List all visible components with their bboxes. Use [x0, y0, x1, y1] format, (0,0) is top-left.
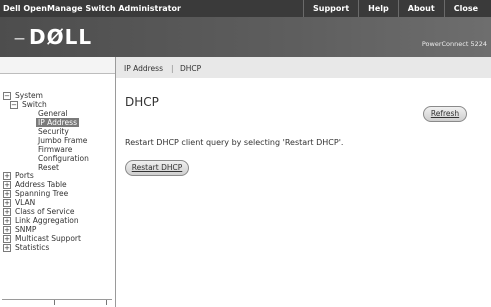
title-bar: Dell OpenManage Switch Administrator Sup…	[0, 0, 491, 17]
expand-icon[interactable]: +	[3, 172, 11, 180]
tree-item-label: Security	[38, 127, 69, 136]
instruction-text: Restart DHCP client query by selecting '…	[125, 138, 344, 147]
tree-item-label: Address Table	[15, 180, 67, 189]
expand-icon[interactable]: +	[3, 181, 11, 189]
tree-item-label: Configuration	[38, 154, 89, 163]
tree-item-reset[interactable]: Reset	[38, 163, 59, 173]
tree-item-label: VLAN	[15, 198, 36, 207]
page-title: DHCP	[125, 95, 159, 109]
expand-icon[interactable]: +	[3, 226, 11, 234]
scroll-marker	[106, 300, 107, 305]
tree-item-label: Statistics	[15, 243, 50, 252]
dell-logo: — DØLL	[14, 25, 92, 49]
tree-item-statistics[interactable]: + Statistics	[3, 243, 49, 253]
tree-item-label: System	[15, 91, 43, 100]
expand-icon[interactable]: +	[3, 235, 11, 243]
expand-icon[interactable]: +	[3, 208, 11, 216]
tree-item-label: IP Address	[36, 118, 79, 127]
brand-banner: — DØLL PowerConnect 5224	[0, 17, 491, 57]
help-link[interactable]: Help	[358, 0, 398, 17]
restart-dhcp-button[interactable]: Restart DHCP	[125, 160, 189, 176]
tree-item-label: Switch	[22, 100, 47, 109]
tree-item-label: Jumbo Frame	[38, 136, 88, 145]
refresh-button[interactable]: Refresh	[423, 106, 467, 122]
tree-item-label: General	[38, 109, 68, 118]
expand-icon[interactable]: +	[3, 217, 11, 225]
tree-item-label: Multicast Support	[15, 234, 81, 243]
main-content: DHCP Refresh Restart DHCP client query b…	[116, 78, 491, 307]
tree-item-label: Spanning Tree	[15, 189, 69, 198]
horizontal-scrollbar[interactable]	[2, 299, 112, 305]
about-link[interactable]: About	[397, 0, 444, 17]
breadcrumb: IP Address | DHCP	[116, 57, 491, 79]
close-link[interactable]: Close	[443, 0, 487, 17]
nav-tree-panel: − System − Switch General IP Address Sec…	[0, 57, 116, 307]
support-link[interactable]: Support	[302, 0, 358, 17]
tree-item-label: Ports	[15, 171, 34, 180]
model-name: PowerConnect 5224	[421, 40, 487, 48]
breadcrumb-separator: |	[171, 64, 174, 73]
collapse-icon[interactable]: −	[10, 101, 18, 109]
logo-text: DØLL	[29, 25, 93, 49]
collapse-icon[interactable]: −	[3, 92, 11, 100]
tree-item-label: Class of Service	[15, 207, 75, 216]
tree-item-label: Firmware	[38, 145, 73, 154]
nav-panel-header	[0, 57, 115, 74]
breadcrumb-dhcp[interactable]: DHCP	[180, 64, 201, 73]
tree-item-label: Reset	[38, 163, 59, 172]
expand-icon[interactable]: +	[3, 244, 11, 252]
top-links: Support Help About Close	[302, 0, 487, 17]
app-title: Dell OpenManage Switch Administrator	[3, 4, 181, 13]
expand-icon[interactable]: +	[3, 190, 11, 198]
tree-item-label: Link Aggregation	[15, 216, 79, 225]
logo-swoosh-icon: —	[14, 32, 26, 45]
breadcrumb-ip-address[interactable]: IP Address	[124, 64, 163, 73]
scroll-marker	[54, 300, 55, 305]
tree-item-label: SNMP	[15, 225, 37, 234]
expand-icon[interactable]: +	[3, 199, 11, 207]
